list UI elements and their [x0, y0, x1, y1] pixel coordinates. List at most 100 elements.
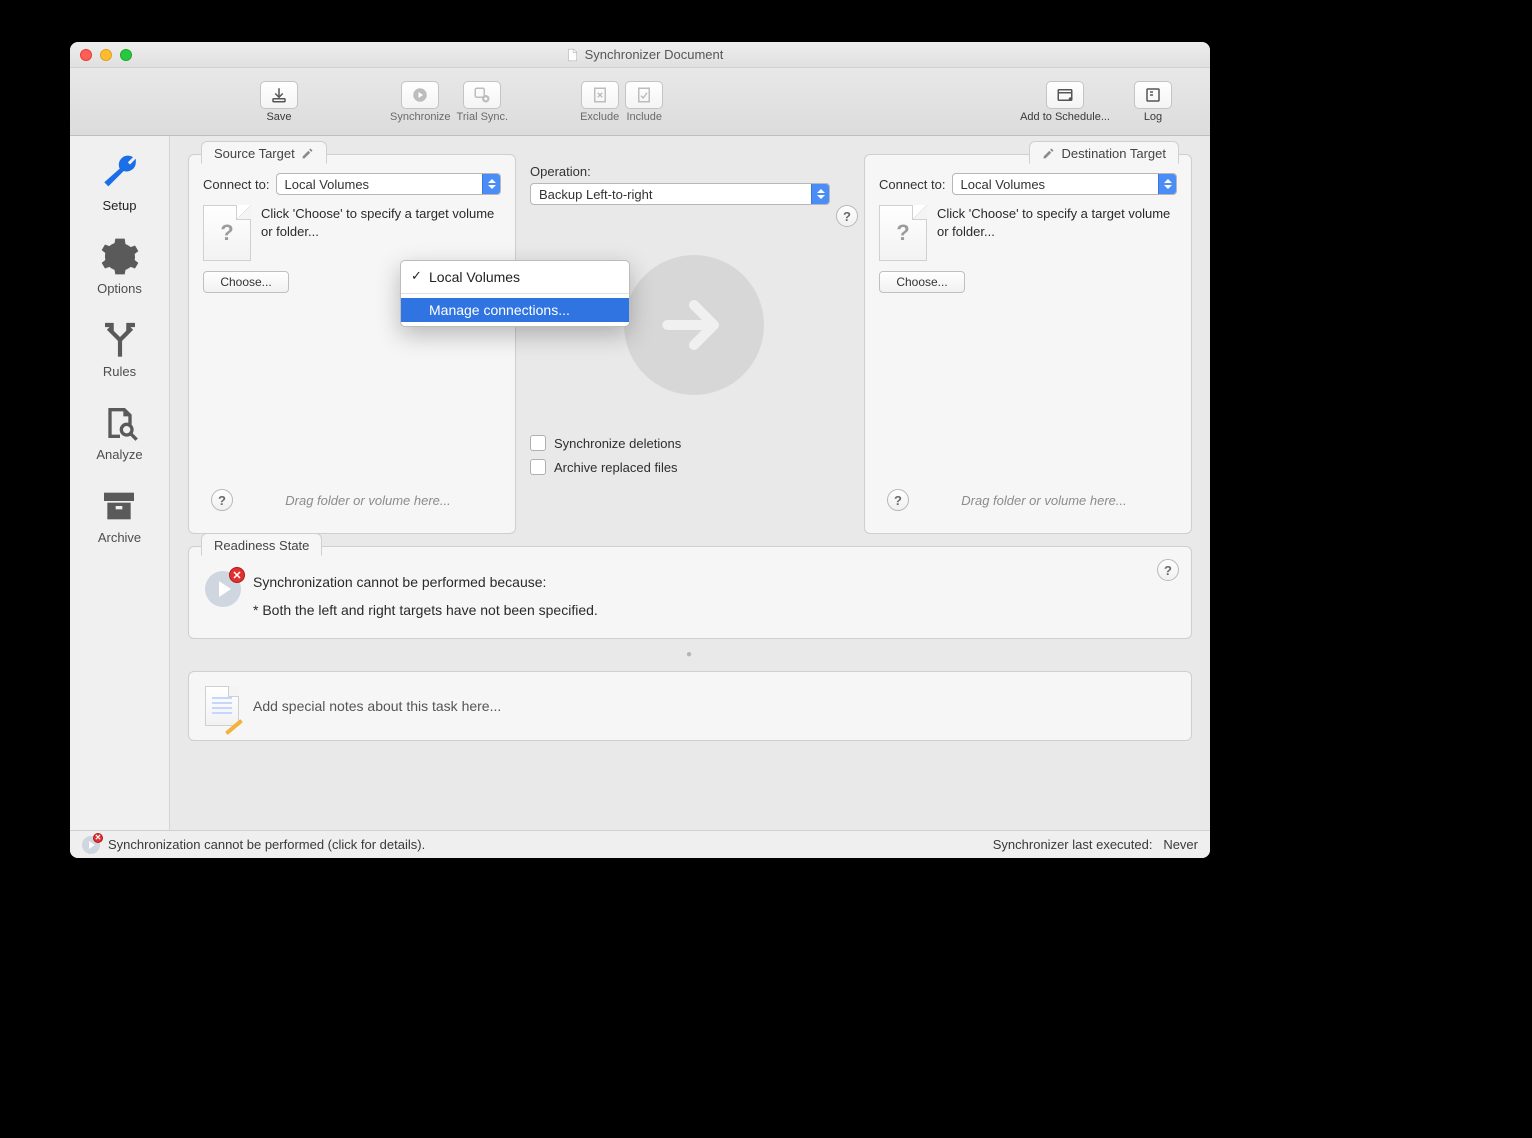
sidebar-setup-label: Setup — [103, 198, 137, 213]
destination-hint: Click 'Choose' to specify a target volum… — [937, 205, 1177, 241]
tool-add-schedule[interactable]: Add to Schedule... — [1020, 81, 1110, 123]
menu-item-manage-connections[interactable]: Manage connections... — [401, 298, 629, 322]
destination-connect-value: Local Volumes — [961, 177, 1046, 192]
gear-icon — [100, 237, 140, 277]
readiness-error-icon: ✕ — [205, 571, 241, 607]
operation-dropdown[interactable]: Backup Left-to-right — [530, 183, 830, 205]
readiness-panel: Readiness State ? ✕ Synchronization cann… — [188, 546, 1192, 639]
document-icon — [565, 48, 579, 62]
notes-panel[interactable]: Add special notes about this task here..… — [188, 671, 1192, 741]
menu-separator — [401, 293, 629, 294]
sidebar-options-label: Options — [97, 281, 142, 296]
status-last-exec-value: Never — [1163, 837, 1198, 852]
sidebar-item-options[interactable]: Options — [97, 237, 142, 296]
tool-include[interactable]: Include — [625, 81, 663, 123]
toolbar: Save Synchronize Trial Sync. Exclude Inc… — [70, 68, 1210, 136]
app-window: Synchronizer Document Save Synchronize T… — [70, 42, 1210, 858]
destination-connect-dropdown[interactable]: Local Volumes — [952, 173, 1178, 195]
help-button[interactable]: ? — [211, 489, 233, 511]
destination-drag-hint: Drag folder or volume here... — [919, 493, 1169, 508]
sync-deletions-checkbox[interactable]: Synchronize deletions — [530, 435, 858, 451]
tool-add-schedule-label: Add to Schedule... — [1020, 111, 1110, 123]
readiness-line1: Synchronization cannot be performed beca… — [253, 571, 598, 593]
direction-arrow-icon — [624, 255, 764, 395]
destination-choose-button[interactable]: Choose... — [879, 271, 965, 293]
sidebar: Setup Options Rules Analyze Archive — [70, 136, 170, 830]
error-badge-icon: ✕ — [229, 567, 245, 583]
operation-label: Operation: — [530, 164, 858, 179]
source-connect-dropdown[interactable]: Local Volumes — [276, 173, 502, 195]
chevron-updown-icon — [811, 184, 829, 204]
sidebar-item-setup[interactable]: Setup — [100, 154, 140, 213]
status-bar: ✕ Synchronization cannot be performed (c… — [70, 830, 1210, 858]
status-error-icon: ✕ — [82, 836, 100, 854]
sidebar-item-analyze[interactable]: Analyze — [96, 403, 142, 462]
source-target-panel: Source Target Connect to: Local Volumes — [188, 154, 516, 534]
destination-target-panel: Destination Target Connect to: Local Vol… — [864, 154, 1192, 534]
tool-save-label: Save — [266, 111, 291, 123]
source-connect-menu: Local Volumes Manage connections... — [400, 260, 630, 327]
status-message[interactable]: Synchronization cannot be performed (cli… — [108, 837, 425, 852]
error-badge-icon: ✕ — [93, 833, 103, 843]
sidebar-rules-label: Rules — [103, 364, 136, 379]
log-icon — [1144, 86, 1162, 104]
destination-tab: Destination Target — [1029, 141, 1179, 164]
tool-log-label: Log — [1144, 111, 1162, 123]
readiness-tab: Readiness State — [201, 533, 322, 556]
window-title: Synchronizer Document — [78, 47, 1210, 62]
tool-include-label: Include — [626, 111, 661, 123]
tool-synchronize[interactable]: Synchronize — [390, 81, 451, 123]
menu-item-local-volumes[interactable]: Local Volumes — [401, 265, 629, 289]
sidebar-item-archive[interactable]: Archive — [98, 486, 141, 545]
notes-icon — [205, 686, 239, 726]
unknown-file-icon: ? — [879, 205, 927, 261]
archive-icon — [99, 486, 139, 526]
status-last-exec-label: Synchronizer last executed: — [993, 837, 1153, 852]
titlebar: Synchronizer Document — [70, 42, 1210, 68]
destination-connect-label: Connect to: — [879, 177, 946, 192]
resize-grip[interactable]: ● — [188, 651, 1192, 659]
tool-exclude[interactable]: Exclude — [580, 81, 619, 123]
pencil-icon[interactable] — [301, 147, 314, 160]
main-panel: Source Target Connect to: Local Volumes — [170, 136, 1210, 830]
readiness-tab-label: Readiness State — [214, 538, 309, 553]
wrench-icon — [100, 154, 140, 194]
save-icon — [270, 86, 288, 104]
help-button[interactable]: ? — [836, 205, 858, 227]
tool-synchronize-label: Synchronize — [390, 111, 451, 123]
tool-save[interactable]: Save — [260, 81, 298, 123]
notes-placeholder: Add special notes about this task here..… — [253, 698, 501, 714]
sidebar-analyze-label: Analyze — [96, 447, 142, 462]
chevron-updown-icon — [482, 174, 500, 194]
window-title-text: Synchronizer Document — [585, 47, 724, 62]
source-connect-value: Local Volumes — [285, 177, 370, 192]
unknown-file-icon: ? — [203, 205, 251, 261]
destination-tab-label: Destination Target — [1061, 146, 1166, 161]
sidebar-item-rules[interactable]: Rules — [100, 320, 140, 379]
split-arrow-icon — [100, 320, 140, 360]
source-drag-hint: Drag folder or volume here... — [243, 493, 493, 508]
schedule-icon — [1056, 86, 1074, 104]
tool-trial-sync-label: Trial Sync. — [457, 111, 509, 123]
tool-trial-sync[interactable]: Trial Sync. — [457, 81, 509, 123]
sync-deletions-label: Synchronize deletions — [554, 436, 681, 451]
archive-replaced-label: Archive replaced files — [554, 460, 678, 475]
source-connect-label: Connect to: — [203, 177, 270, 192]
sidebar-archive-label: Archive — [98, 530, 141, 545]
include-icon — [635, 86, 653, 104]
source-choose-button[interactable]: Choose... — [203, 271, 289, 293]
exclude-icon — [591, 86, 609, 104]
source-tab-label: Source Target — [214, 146, 295, 161]
help-button[interactable]: ? — [1157, 559, 1179, 581]
source-hint: Click 'Choose' to specify a target volum… — [261, 205, 501, 241]
readiness-line2: * Both the left and right targets have n… — [253, 599, 598, 621]
tool-exclude-label: Exclude — [580, 111, 619, 123]
tool-log[interactable]: Log — [1134, 81, 1172, 123]
operation-value: Backup Left-to-right — [539, 187, 652, 202]
help-button[interactable]: ? — [887, 489, 909, 511]
chevron-updown-icon — [1158, 174, 1176, 194]
analyze-icon — [100, 403, 140, 443]
readiness-message: Synchronization cannot be performed beca… — [253, 571, 598, 622]
archive-replaced-checkbox[interactable]: Archive replaced files — [530, 459, 858, 475]
pencil-icon[interactable] — [1042, 147, 1055, 160]
